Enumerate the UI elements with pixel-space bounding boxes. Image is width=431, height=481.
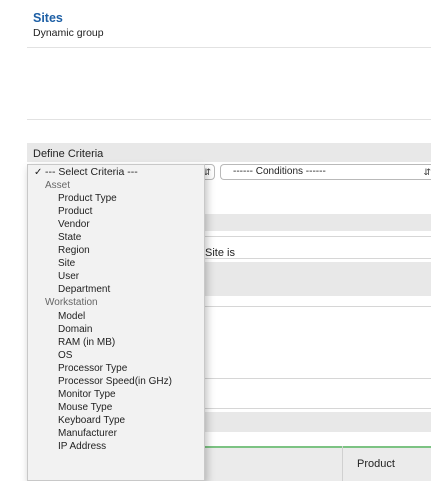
- checkmark-icon: ✓: [34, 167, 43, 178]
- dropdown-option[interactable]: Processor Type: [28, 362, 204, 375]
- dropdown-option[interactable]: Product Type: [28, 192, 204, 205]
- dropdown-option[interactable]: Product: [28, 205, 204, 218]
- dropdown-option[interactable]: RAM (in MB): [28, 336, 204, 349]
- dropdown-option[interactable]: Region: [28, 244, 204, 257]
- page-subtitle: Dynamic group: [33, 27, 104, 39]
- page-title: Sites: [33, 11, 63, 25]
- conditions-select[interactable]: ------ Conditions ------ ⇵: [220, 164, 431, 180]
- dropdown-option[interactable]: Model: [28, 310, 204, 323]
- dropdown-option[interactable]: Monitor Type: [28, 388, 204, 401]
- dropdown-group-workstation: Workstation: [45, 297, 98, 309]
- section-divider: [27, 119, 431, 120]
- dropdown-option[interactable]: Mouse Type: [28, 401, 204, 414]
- dropdown-option[interactable]: User: [28, 270, 204, 283]
- dropdown-option[interactable]: Department: [28, 283, 204, 296]
- dropdown-option[interactable]: Manufacturer: [28, 427, 204, 440]
- criteria-options-list: ✓ --- Select Criteria --- Asset Product T…: [28, 165, 204, 453]
- define-criteria-label: Define Criteria: [33, 148, 104, 160]
- dropdown-option[interactable]: OS: [28, 349, 204, 362]
- header-divider: [27, 47, 431, 48]
- dropdown-option[interactable]: Vendor: [28, 218, 204, 231]
- criteria-dropdown-menu[interactable]: ✓ --- Select Criteria --- Asset Product T…: [27, 164, 205, 481]
- updown-arrows-icon: ⇵: [423, 167, 431, 177]
- dropdown-option[interactable]: State: [28, 231, 204, 244]
- dropdown-option[interactable]: Domain: [28, 323, 204, 336]
- dropdown-option[interactable]: IP Address: [28, 440, 204, 453]
- dropdown-option[interactable]: Processor Speed(in GHz): [28, 375, 204, 388]
- dropdown-option[interactable]: Site: [28, 257, 204, 270]
- conditions-placeholder: ------ Conditions ------: [233, 166, 326, 177]
- column-header-product: Product: [357, 458, 395, 470]
- dropdown-option-label: --- Select Criteria ---: [45, 166, 138, 178]
- dropdown-option-selected[interactable]: ✓ --- Select Criteria ---: [28, 166, 204, 179]
- dropdown-group-asset: Asset: [45, 180, 71, 192]
- dropdown-option[interactable]: Keyboard Type: [28, 414, 204, 427]
